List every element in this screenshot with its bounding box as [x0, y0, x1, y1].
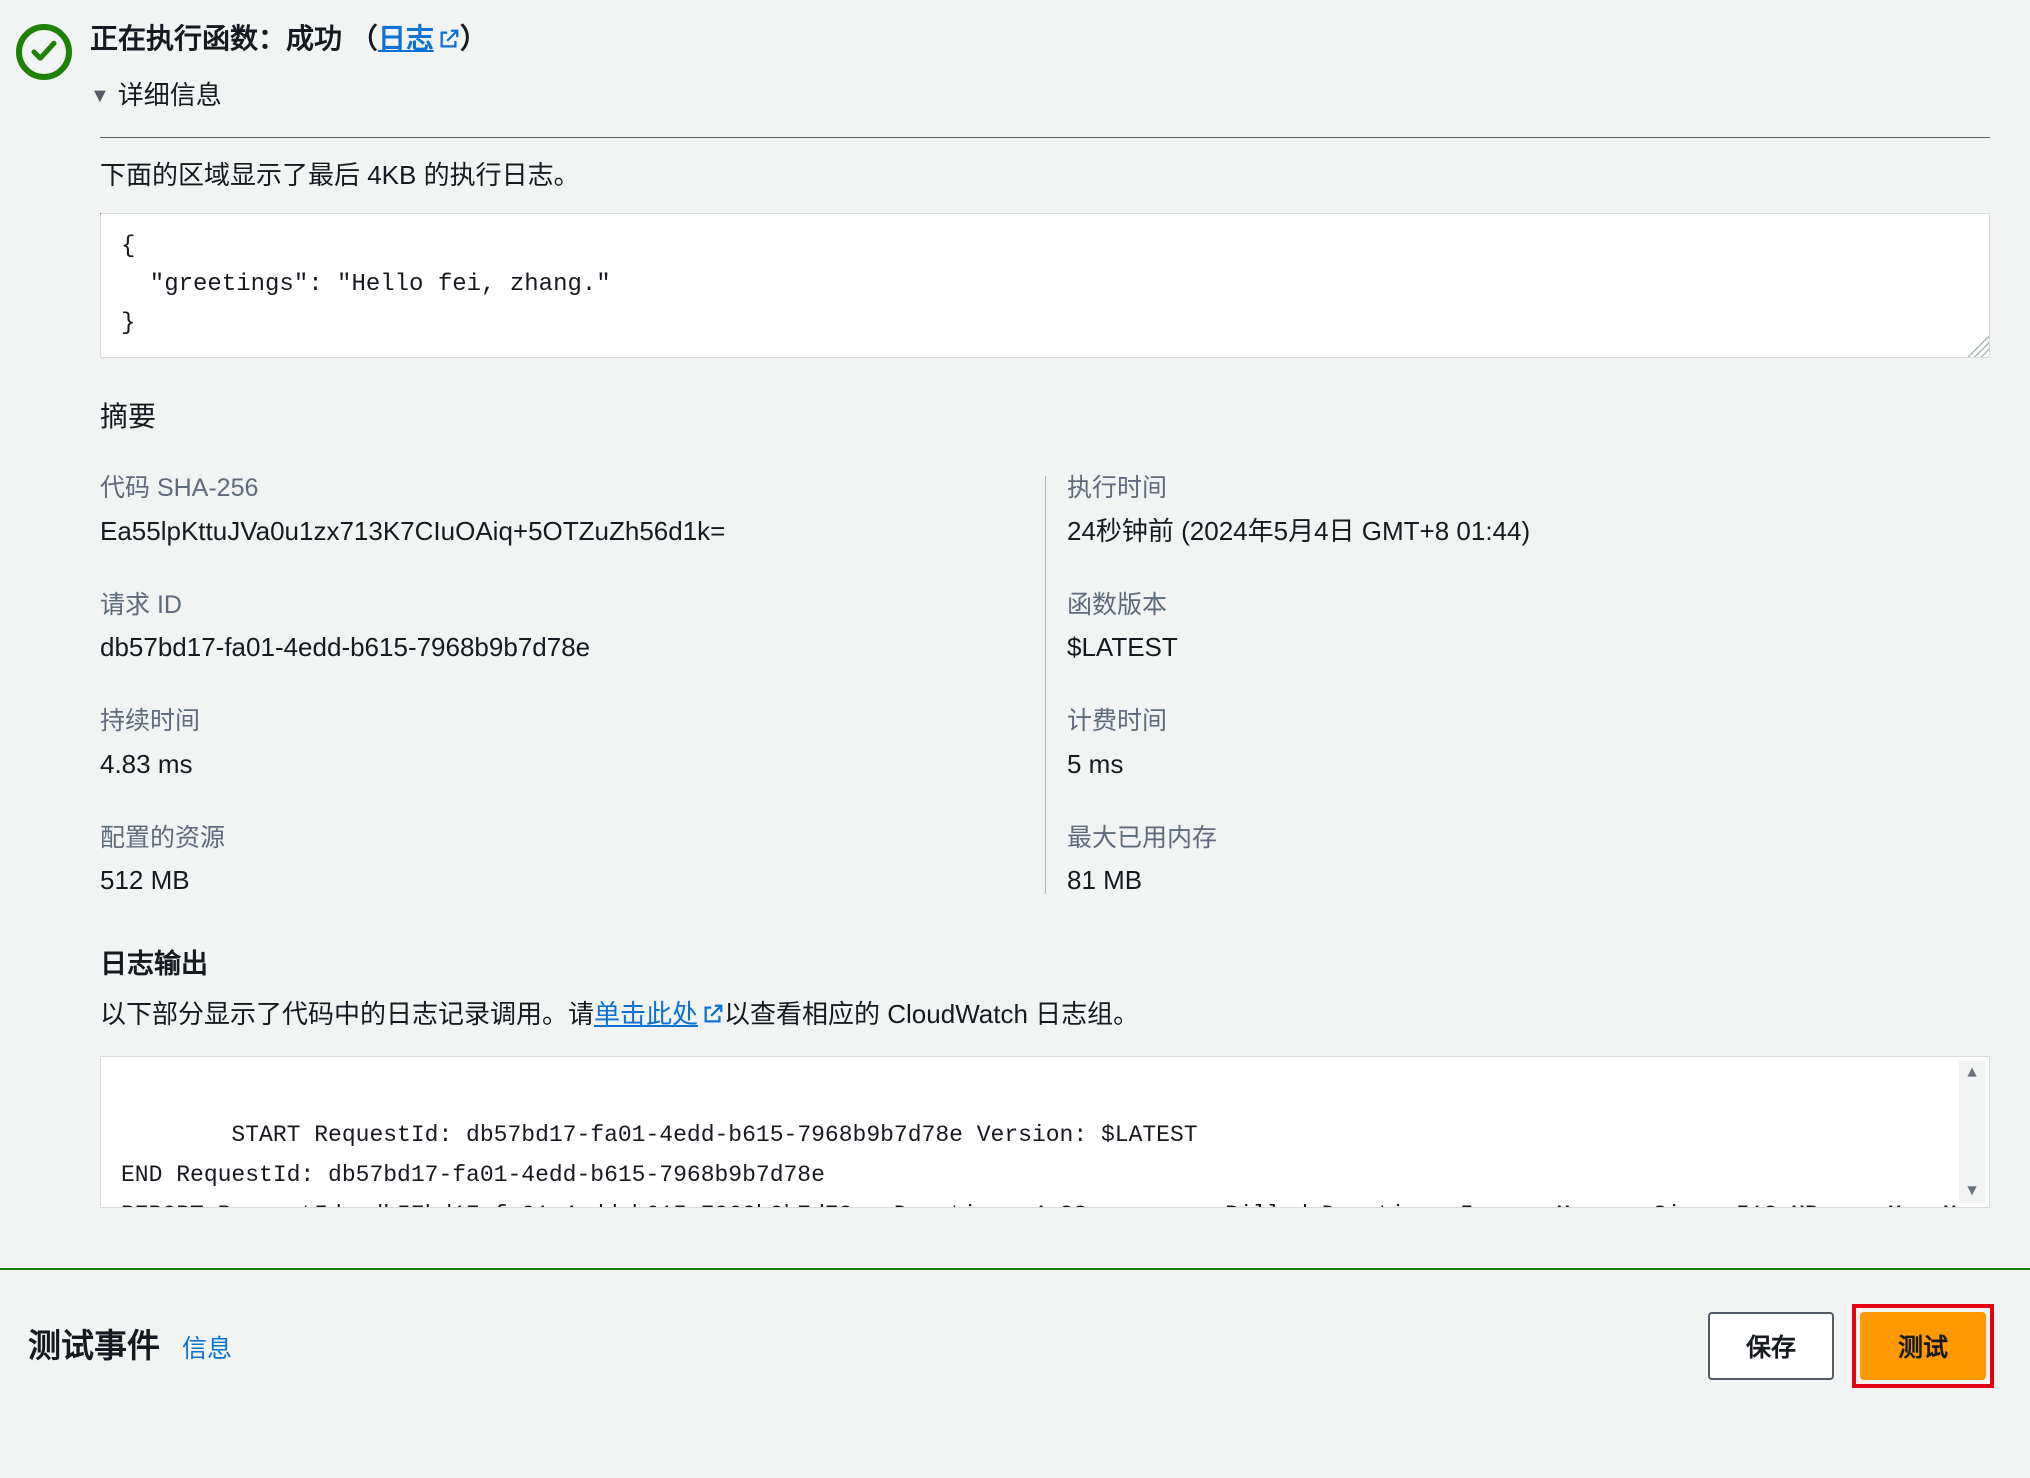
log-description: 下面的区域显示了最后 4KB 的执行日志。 [100, 156, 1990, 195]
details-body: 下面的区域显示了最后 4KB 的执行日志。 { "greetings": "He… [100, 137, 2030, 1208]
summary-grid: 代码 SHA-256 Ea55lpKttuJVa0u1zx713K7CIuOAi… [100, 470, 1990, 900]
save-button[interactable]: 保存 [1708, 1312, 1834, 1380]
result-header: 正在执行函数：成功 （日志 ） ▼ 详细信息 [16, 4, 2030, 133]
max-memory-label: 最大已用内存 [1067, 820, 1990, 858]
configured-memory-value: 512 MB [100, 861, 1045, 900]
scrollbar[interactable]: ▲ ▼ [1959, 1061, 1985, 1203]
test-button-highlight: 测试 [1856, 1308, 1990, 1384]
billed-duration-value: 5 ms [1067, 745, 1990, 784]
log-desc-prefix: 以下部分显示了代码中的日志记录调用。请 [100, 999, 594, 1029]
summary-cell: 执行时间 24秒钟前 (2024年5月4日 GMT+8 01:44) [1045, 470, 1990, 551]
resize-handle-icon[interactable] [1967, 335, 1989, 357]
execution-result-text: { "greetings": "Hello fei, zhang." } [121, 233, 611, 337]
execution-title: 正在执行函数：成功 （日志 ） [90, 18, 2030, 62]
summary-cell: 配置的资源 512 MB [100, 820, 1045, 901]
billed-duration-label: 计费时间 [1067, 703, 1990, 741]
summary-column-divider [1045, 476, 1046, 894]
execution-result-box[interactable]: { "greetings": "Hello fei, zhang." } [100, 213, 1990, 358]
duration-value: 4.83 ms [100, 745, 1045, 784]
execution-result-panel: 正在执行函数：成功 （日志 ） ▼ 详细信息 下面的区域显示了最后 4KB 的执行… [0, 0, 2030, 1434]
caret-down-icon: ▼ [90, 86, 110, 106]
log-output-heading: 日志输出 [100, 944, 1990, 985]
cloudwatch-link-label: 单击此处 [594, 999, 698, 1029]
configured-memory-label: 配置的资源 [100, 820, 1045, 858]
execution-title-text: 正在执行函数：成功 [90, 23, 342, 54]
info-link[interactable]: 信息 [182, 1331, 232, 1369]
log-output-box[interactable]: START RequestId: db57bd17-fa01-4edd-b615… [100, 1056, 1990, 1208]
paren-close: ） [460, 23, 488, 54]
summary-heading: 摘要 [100, 396, 1990, 438]
test-event-footer: 测试事件 信息 保存 测试 [0, 1268, 2030, 1434]
logs-link-label: 日志 [378, 23, 434, 54]
test-event-title: 测试事件 [28, 1321, 160, 1371]
summary-cell: 请求 ID db57bd17-fa01-4edd-b615-7968b9b7d7… [100, 587, 1045, 668]
summary-cell: 代码 SHA-256 Ea55lpKttuJVa0u1zx713K7CIuOAi… [100, 470, 1045, 551]
external-link-icon [438, 20, 460, 62]
log-output-text: START RequestId: db57bd17-fa01-4edd-b615… [121, 1122, 1957, 1208]
max-memory-value: 81 MB [1067, 861, 1990, 900]
scroll-down-icon[interactable]: ▼ [1967, 1183, 1977, 1199]
details-label: 详细信息 [118, 76, 222, 115]
cloudwatch-link[interactable]: 单击此处 [594, 999, 724, 1029]
exec-time-label: 执行时间 [1067, 470, 1990, 508]
request-id-label: 请求 ID [100, 587, 1045, 625]
request-id-value: db57bd17-fa01-4edd-b615-7968b9b7d78e [100, 628, 1045, 667]
function-version-value: $LATEST [1067, 628, 1990, 667]
test-button[interactable]: 测试 [1860, 1312, 1986, 1380]
log-output-description: 以下部分显示了代码中的日志记录调用。请单击此处以查看相应的 CloudWatch… [100, 995, 1990, 1036]
external-link-icon [702, 997, 724, 1036]
summary-cell: 最大已用内存 81 MB [1045, 820, 1990, 901]
divider [100, 137, 1990, 138]
duration-label: 持续时间 [100, 703, 1045, 741]
sha256-value: Ea55lpKttuJVa0u1zx713K7CIuOAiq+5OTZuZh56… [100, 512, 1045, 551]
log-desc-suffix: 以查看相应的 CloudWatch 日志组。 [724, 999, 1139, 1029]
details-toggle[interactable]: ▼ 详细信息 [90, 76, 2030, 115]
exec-time-value: 24秒钟前 (2024年5月4日 GMT+8 01:44) [1067, 512, 1990, 551]
paren-open: （ [350, 23, 378, 54]
sha256-label: 代码 SHA-256 [100, 470, 1045, 508]
summary-cell: 计费时间 5 ms [1045, 703, 1990, 784]
summary-cell: 函数版本 $LATEST [1045, 587, 1990, 668]
success-check-icon [16, 24, 72, 80]
scroll-up-icon[interactable]: ▲ [1967, 1065, 1977, 1081]
logs-link[interactable]: 日志 [378, 23, 460, 54]
function-version-label: 函数版本 [1067, 587, 1990, 625]
summary-cell: 持续时间 4.83 ms [100, 703, 1045, 784]
